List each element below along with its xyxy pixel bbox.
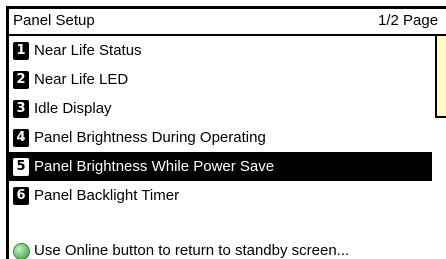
menu-item-near-life-led[interactable]: 2 Near Life LED bbox=[9, 65, 432, 94]
panel-screen: Panel Setup 1/2 Page 1 Near Life Status … bbox=[9, 9, 446, 259]
menu-item-label: Panel Backlight Timer bbox=[34, 187, 180, 204]
menu-item-near-life-status[interactable]: 1 Near Life Status bbox=[9, 36, 432, 65]
menu-item-idle-display[interactable]: 3 Idle Display bbox=[9, 94, 432, 123]
menu-item-label: Panel Brightness While Power Save bbox=[34, 158, 275, 175]
menu-item-label: Idle Display bbox=[34, 100, 112, 117]
footer-hint: Use Online button to return to standby s… bbox=[9, 241, 432, 259]
menu-item-label: Near Life Status bbox=[34, 42, 142, 59]
number-6-icon: 6 bbox=[13, 187, 29, 205]
footer-text: Use Online button to return to standby s… bbox=[34, 242, 350, 259]
page-title: Panel Setup bbox=[13, 12, 95, 29]
menu-item-label: Near Life LED bbox=[34, 71, 129, 88]
number-2-icon: 2 bbox=[13, 71, 29, 89]
menu-item-panel-brightness-while-power-save[interactable]: 5 Panel Brightness While Power Save bbox=[9, 152, 432, 181]
number-5-icon: 5 bbox=[13, 158, 29, 176]
number-1-icon: 1 bbox=[13, 42, 29, 60]
menu-item-panel-backlight-timer[interactable]: 6 Panel Backlight Timer bbox=[9, 181, 432, 210]
header-bar: Panel Setup 1/2 Page bbox=[9, 9, 446, 36]
page-indicator: 1/2 Page bbox=[378, 12, 439, 29]
number-4-icon: 4 bbox=[13, 129, 29, 147]
menu-item-panel-brightness-during-operating[interactable]: 4 Panel Brightness During Operating bbox=[9, 123, 432, 152]
menu-list: 1 Near Life Status 2 Near Life LED 3 Idl… bbox=[9, 36, 432, 210]
online-button-icon bbox=[13, 243, 30, 259]
side-panel bbox=[435, 36, 446, 118]
menu-item-label: Panel Brightness During Operating bbox=[34, 129, 266, 146]
number-3-icon: 3 bbox=[13, 100, 29, 118]
panel-frame: Panel Setup 1/2 Page 1 Near Life Status … bbox=[6, 6, 446, 259]
